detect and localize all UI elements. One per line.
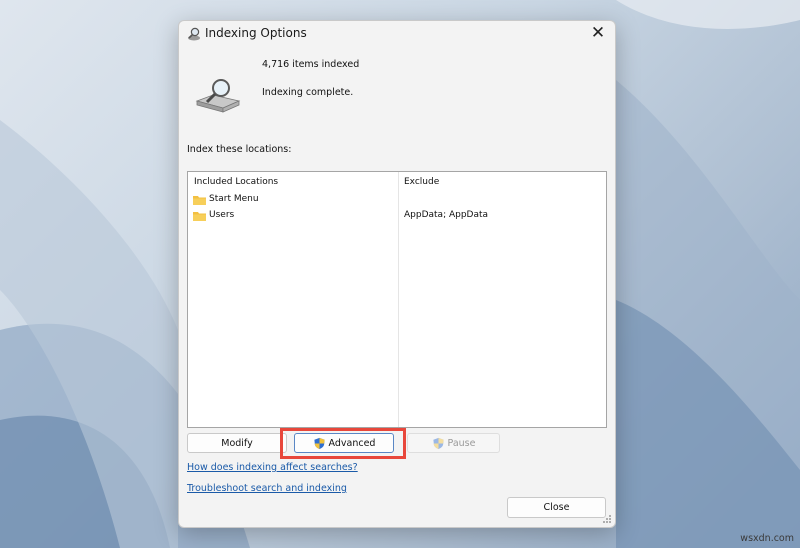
folder-icon — [193, 212, 206, 221]
column-header-exclude[interactable]: Exclude — [404, 177, 439, 187]
pause-button-label: Pause — [447, 437, 476, 449]
uac-shield-icon — [432, 437, 444, 449]
modify-button[interactable]: Modify — [187, 433, 287, 453]
title-bar[interactable]: Indexing Options ✕ — [179, 21, 615, 47]
close-icon[interactable]: ✕ — [589, 24, 607, 42]
locations-list[interactable]: Included Locations Exclude Start Menu Us… — [187, 171, 607, 428]
window-title: Indexing Options — [205, 26, 307, 40]
troubleshoot-link[interactable]: Troubleshoot search and indexing — [187, 483, 347, 494]
advanced-highlight-box — [280, 428, 406, 459]
pause-button[interactable]: Pause — [407, 433, 500, 453]
close-button[interactable]: Close — [507, 497, 606, 518]
column-header-included[interactable]: Included Locations — [194, 177, 278, 187]
watermark: wsxdn.com — [740, 533, 794, 544]
indexing-options-dialog: Indexing Options ✕ 4,716 items indexed I… — [178, 20, 616, 528]
resize-grip-icon[interactable] — [602, 514, 612, 524]
how-indexing-affects-link[interactable]: How does indexing affect searches? — [187, 462, 358, 473]
list-item-users[interactable]: Users — [209, 210, 234, 220]
list-item-exclude: AppData; AppData — [404, 210, 489, 220]
items-indexed-count: 4,716 items indexed — [262, 59, 360, 70]
indexing-status: Indexing complete. — [262, 87, 354, 98]
indexing-drive-icon — [195, 79, 241, 113]
indexing-magnifier-icon — [188, 27, 200, 41]
column-divider — [398, 172, 399, 427]
folder-icon — [193, 196, 206, 205]
list-item-start-menu[interactable]: Start Menu — [209, 194, 259, 204]
locations-label: Index these locations: — [187, 144, 292, 155]
